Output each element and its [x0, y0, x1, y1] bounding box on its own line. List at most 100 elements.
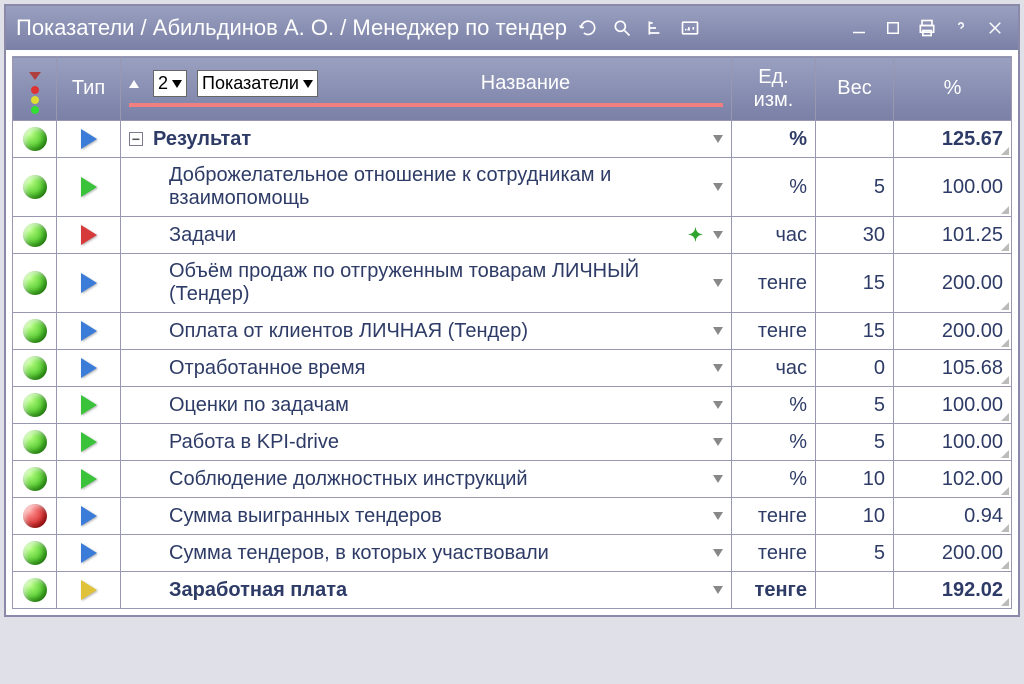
status-cell: [13, 350, 57, 387]
help-icon[interactable]: [948, 15, 974, 41]
status-cell: [13, 498, 57, 535]
status-green-icon: [23, 393, 47, 417]
row-dropdown-icon[interactable]: [713, 401, 723, 409]
type-green-icon: [81, 177, 97, 197]
percent-cell[interactable]: 100.00: [894, 387, 1012, 424]
name-cell[interactable]: Оценки по задачам: [121, 387, 732, 424]
row-dropdown-icon[interactable]: [713, 475, 723, 483]
table-row[interactable]: Работа в KPI-drive%5100.00: [13, 424, 1012, 461]
resize-corner-icon: [1001, 339, 1009, 347]
header-percent[interactable]: %: [894, 57, 1012, 121]
name-cell[interactable]: Заработная плата: [121, 572, 732, 609]
type-cell: [57, 254, 121, 313]
row-dropdown-icon[interactable]: [713, 512, 723, 520]
percent-cell[interactable]: 100.00: [894, 424, 1012, 461]
search-icon[interactable]: [609, 15, 635, 41]
close-icon[interactable]: [982, 15, 1008, 41]
percent-cell[interactable]: 0.94: [894, 498, 1012, 535]
name-cell[interactable]: Задачи✦: [121, 217, 732, 254]
table-row[interactable]: Объём продаж по отгруженным товарам ЛИЧН…: [13, 254, 1012, 313]
status-cell: [13, 572, 57, 609]
table-row[interactable]: Отработанное времячас0105.68: [13, 350, 1012, 387]
type-cell: [57, 535, 121, 572]
table-row[interactable]: Оценки по задачам%5100.00: [13, 387, 1012, 424]
percent-cell[interactable]: 200.00: [894, 313, 1012, 350]
row-name-label: Соблюдение должностных инструкций: [169, 468, 703, 491]
name-cell[interactable]: Доброжелательное отношение к сотрудникам…: [121, 158, 732, 217]
percent-cell[interactable]: 102.00: [894, 461, 1012, 498]
branch-select[interactable]: Показатели: [197, 70, 318, 97]
csv-export-icon[interactable]: [677, 15, 703, 41]
row-dropdown-icon[interactable]: [713, 231, 723, 239]
collapse-icon[interactable]: −: [129, 132, 143, 146]
resize-corner-icon: [1001, 206, 1009, 214]
percent-cell[interactable]: 125.67: [894, 121, 1012, 158]
name-cell[interactable]: Соблюдение должностных инструкций: [121, 461, 732, 498]
unit-cell: %: [732, 158, 816, 217]
row-dropdown-icon[interactable]: [713, 438, 723, 446]
unit-cell: тенге: [732, 313, 816, 350]
row-dropdown-icon[interactable]: [713, 549, 723, 557]
percent-value: 100.00: [942, 394, 1003, 416]
name-cell[interactable]: Работа в KPI-drive: [121, 424, 732, 461]
table-row[interactable]: Задачи✦час30101.25: [13, 217, 1012, 254]
percent-cell[interactable]: 100.00: [894, 158, 1012, 217]
add-icon[interactable]: ✦: [688, 225, 703, 246]
percent-cell[interactable]: 192.02: [894, 572, 1012, 609]
row-name-label: Сумма тендеров, в которых участвовали: [169, 542, 703, 565]
table-row[interactable]: Сумма выигранных тендеров тенге100.94: [13, 498, 1012, 535]
tree-icon[interactable]: [643, 15, 669, 41]
table-row[interactable]: Заработная плататенге192.02: [13, 572, 1012, 609]
table-row[interactable]: Оплата от клиентов ЛИЧНАЯ (Тендер)тенге1…: [13, 313, 1012, 350]
row-dropdown-icon[interactable]: [713, 364, 723, 372]
table-row[interactable]: Доброжелательное отношение к сотрудникам…: [13, 158, 1012, 217]
maximize-icon[interactable]: [880, 15, 906, 41]
weight-cell: [816, 572, 894, 609]
table-row[interactable]: −Результат% 125.67: [13, 121, 1012, 158]
table-row[interactable]: Соблюдение должностных инструкций%10102.…: [13, 461, 1012, 498]
titlebar: Показатели / Абильдинов А. О. / Менеджер…: [6, 6, 1018, 50]
type-cell: [57, 121, 121, 158]
header-name-label: Название: [328, 72, 723, 95]
status-cell: [13, 121, 57, 158]
unit-cell: %: [732, 121, 816, 158]
row-dropdown-icon[interactable]: [713, 327, 723, 335]
unit-cell: тенге: [732, 254, 816, 313]
row-dropdown-icon[interactable]: [713, 279, 723, 287]
sort-asc-icon: [129, 80, 139, 88]
type-blue-icon: [81, 129, 97, 149]
unit-cell: %: [732, 461, 816, 498]
header-weight[interactable]: Вес: [816, 57, 894, 121]
name-cell[interactable]: Отработанное время: [121, 350, 732, 387]
minimize-icon[interactable]: [846, 15, 872, 41]
row-dropdown-icon[interactable]: [713, 586, 723, 594]
header-type[interactable]: Тип: [57, 57, 121, 121]
name-cell[interactable]: Сумма выигранных тендеров: [121, 498, 732, 535]
header-status[interactable]: [13, 57, 57, 121]
row-dropdown-icon[interactable]: [713, 135, 723, 143]
name-cell[interactable]: −Результат: [121, 121, 732, 158]
name-cell[interactable]: Оплата от клиентов ЛИЧНАЯ (Тендер): [121, 313, 732, 350]
table-row[interactable]: Сумма тендеров, в которых участвовалитен…: [13, 535, 1012, 572]
level-select[interactable]: 2: [153, 70, 187, 97]
row-dropdown-icon[interactable]: [713, 183, 723, 191]
weight-cell: 10: [816, 498, 894, 535]
print-icon[interactable]: [914, 15, 940, 41]
weight-cell: 5: [816, 535, 894, 572]
name-cell[interactable]: Сумма тендеров, в которых участвовали: [121, 535, 732, 572]
percent-cell[interactable]: 105.68: [894, 350, 1012, 387]
percent-cell[interactable]: 200.00: [894, 254, 1012, 313]
weight-cell: 5: [816, 387, 894, 424]
refresh-icon[interactable]: [575, 15, 601, 41]
status-cell: [13, 217, 57, 254]
weight-cell: 15: [816, 313, 894, 350]
type-green-icon: [81, 469, 97, 489]
unit-cell: тенге: [732, 498, 816, 535]
header-name[interactable]: 2 Показатели Название: [121, 57, 732, 121]
name-cell[interactable]: Объём продаж по отгруженным товарам ЛИЧН…: [121, 254, 732, 313]
row-name-label: Сумма выигранных тендеров: [169, 505, 703, 528]
header-unit[interactable]: Ед. изм.: [732, 57, 816, 121]
status-green-icon: [23, 541, 47, 565]
percent-cell[interactable]: 200.00: [894, 535, 1012, 572]
percent-cell[interactable]: 101.25: [894, 217, 1012, 254]
